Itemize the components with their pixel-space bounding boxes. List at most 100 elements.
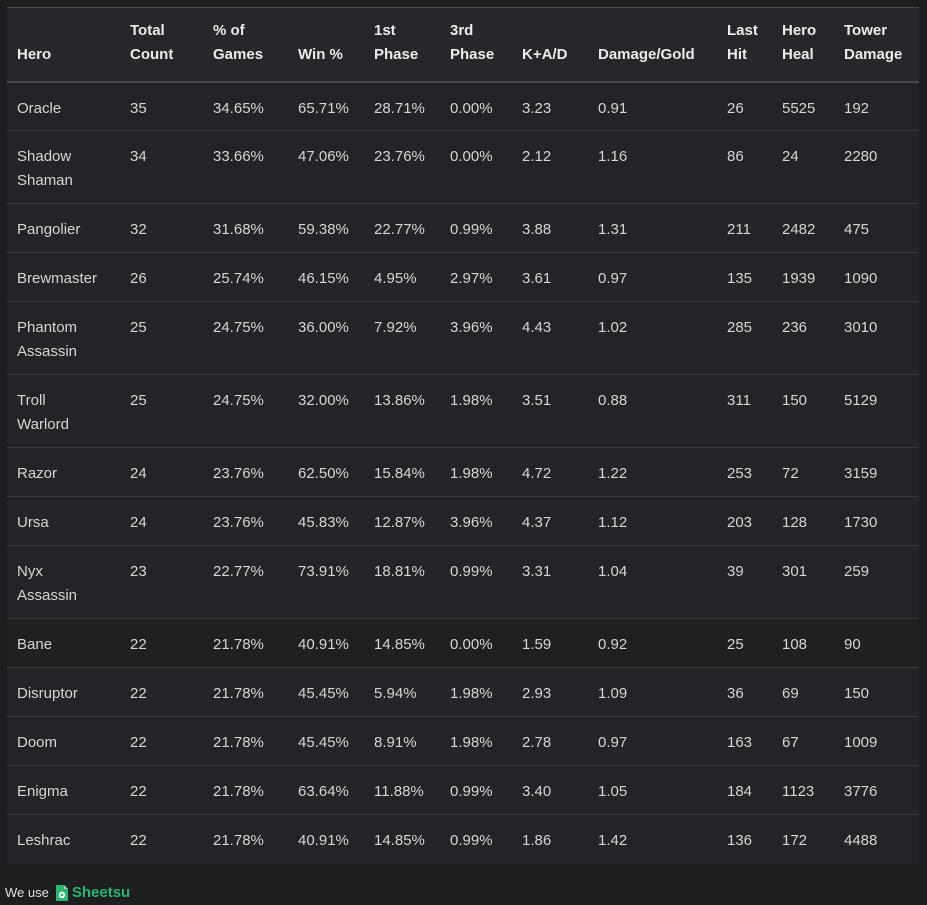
cell-heal: 5525: [772, 81, 834, 131]
cell-last-hit: 86: [717, 130, 772, 204]
sheetsu-brand-text: Sheetsu: [71, 884, 131, 901]
cell-hero: Brewmaster: [7, 252, 120, 302]
cell-pct: 21.78%: [213, 832, 264, 849]
table-row: Doom 22 21.78% 45.45% 8.91% 1.98% 2.78 0.97 163 6…: [7, 716, 919, 766]
sheetsu-logo[interactable]: Sheetsu: [55, 884, 130, 902]
cell-hero: Ursa: [7, 496, 120, 546]
table-row: Phantom Assassin 25 24.75% 36.00% 7.92% 3.96% 4…: [7, 301, 919, 375]
cell-dmg-gold: 1.02: [588, 301, 717, 375]
cell-total: 22: [120, 716, 203, 766]
cell-last-hit: 136: [727, 832, 753, 849]
hero-name-line: Disruptor: [17, 685, 78, 702]
cell-kad: 4.37: [512, 496, 588, 546]
column-header-kad: K+A/D: [512, 7, 588, 83]
hero-name-line: Shadow: [17, 148, 72, 165]
cell-third: 2.97%: [440, 252, 512, 302]
cell-win: 40.91%: [298, 832, 349, 849]
hero-name-line: Razor: [17, 465, 58, 482]
table-row: Bane 22 21.78% 40.91% 14.85% 0.00% 1.59 0.92 25 1…: [7, 618, 919, 668]
hero-name-line: Assassin: [17, 587, 78, 604]
cell-third: 3.96%: [440, 301, 512, 375]
cell-third: 0.99%: [440, 203, 512, 253]
cell-heal: 108: [772, 618, 834, 668]
cell-first: 28.71%: [364, 81, 440, 131]
cell-hero: Disruptor: [7, 667, 120, 717]
cell-total: 24: [120, 447, 203, 497]
column-header-line: Last: [727, 21, 758, 39]
cell-total: 26: [120, 252, 203, 302]
cell-tower: 5129: [834, 374, 919, 448]
cell-first: 13.86%: [364, 374, 440, 448]
hero-stats-table: Hero Total Count % of Games Win % 1st Phase 3rd P…: [7, 7, 919, 864]
cell-last-hit: 203: [717, 496, 772, 546]
cell-last-hit: 135: [717, 252, 772, 302]
cell-first: 14.85%: [374, 832, 425, 849]
hero-name-line: Warlord: [17, 416, 69, 433]
cell-pct: 34.65%: [203, 81, 288, 131]
table-row: Ursa 24 23.76% 45.83% 12.87% 3.96% 4.37 1.12 203…: [7, 496, 919, 546]
cell-pct: 21.78%: [203, 765, 288, 815]
hero-name-line: Shaman: [17, 172, 73, 189]
cell-hero: Phantom Assassin: [7, 301, 120, 375]
cell-pct: 23.76%: [203, 447, 288, 497]
table-row: Disruptor 22 21.78% 45.45% 5.94% 1.98% 2.93 1.0…: [7, 667, 919, 717]
cell-third: 0.00%: [440, 81, 512, 131]
hero-name-line: Oracle: [17, 99, 62, 117]
cell-kad: 2.78: [512, 716, 588, 766]
cell-total: 34: [120, 130, 203, 204]
cell-heal: 1123: [772, 765, 834, 815]
hero-name-line: Enigma: [17, 783, 68, 800]
cell-third: 0.00%: [440, 130, 512, 204]
cell-pct: 21.78%: [203, 716, 288, 766]
cell-heal: 172: [782, 832, 808, 849]
cell-total: 25: [120, 374, 203, 448]
column-header-damage-gold: Damage/Gold: [588, 7, 717, 83]
cell-win: 40.91%: [288, 618, 364, 668]
cell-heal: 236: [772, 301, 834, 375]
cell-dmg-gold: 1.04: [588, 545, 717, 619]
cell-tower: 3010: [834, 301, 919, 375]
cell-kad: 1.59: [512, 618, 588, 668]
cell-heal: 301: [772, 545, 834, 619]
cell-kad: 3.88: [512, 203, 588, 253]
cell-first: 15.84%: [364, 447, 440, 497]
cell-tower: 2280: [834, 130, 919, 204]
cell-last-hit: 311: [717, 374, 772, 448]
cell-kad: 3.61: [512, 252, 588, 302]
column-header-pct-of-games: % of Games: [203, 7, 288, 83]
cell-tower: 4488: [844, 832, 878, 849]
cell-pct: 24.75%: [203, 374, 288, 448]
cell-pct: 21.78%: [203, 618, 288, 668]
column-header-line: Win %: [298, 45, 343, 63]
cell-third: 0.99%: [450, 832, 493, 849]
cell-first: 12.87%: [364, 496, 440, 546]
column-header-first-phase: 1st Phase: [364, 7, 440, 83]
cell-win: 45.45%: [288, 716, 364, 766]
cell-tower: 259: [834, 545, 919, 619]
cell-kad: 3.51: [512, 374, 588, 448]
cell-first: 14.85%: [364, 618, 440, 668]
table-row: Pangolier 32 31.68% 59.38% 22.77% 0.99% 3.88 1.…: [7, 203, 919, 253]
cell-third: 0.99%: [440, 545, 512, 619]
cell-dmg-gold: 1.42: [598, 832, 628, 849]
column-header-line: Phase: [374, 45, 419, 63]
cell-tower: 3776: [834, 765, 919, 815]
cell-total: 24: [120, 496, 203, 546]
cell-heal: 24: [772, 130, 834, 204]
column-header-line: Total: [130, 21, 165, 39]
table-row: Oracle 35 34.65% 65.71% 28.71% 0.00% 3.23 0.91 2…: [7, 81, 919, 131]
hero-name-line: Nyx: [17, 563, 43, 580]
cell-heal: 69: [772, 667, 834, 717]
column-header-third-phase: 3rd Phase: [440, 7, 512, 83]
cell-kad: 2.12: [512, 130, 588, 204]
column-header-line: 3rd: [450, 21, 474, 39]
cell-dmg-gold: 0.97: [588, 716, 717, 766]
cell-kad: 1.86: [522, 832, 552, 849]
hero-name-line: Ursa: [17, 514, 49, 531]
cell-total: 35: [120, 81, 203, 131]
cell-win: 47.06%: [288, 130, 364, 204]
cell-win: 73.91%: [288, 545, 364, 619]
table-row: Nyx Assassin 23 22.77% 73.91% 18.81% 0.99% 3.31…: [7, 545, 919, 619]
column-header-line: Tower: [844, 21, 888, 39]
column-header-line: Games: [213, 45, 264, 63]
